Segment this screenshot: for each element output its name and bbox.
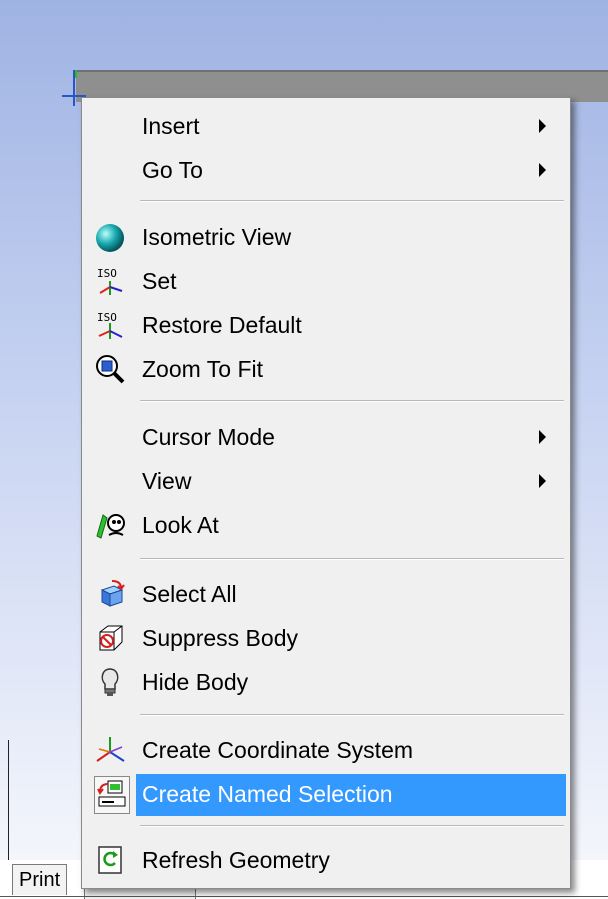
named-selection-icon [97, 780, 126, 807]
coordinate-system-icon [96, 737, 125, 762]
menu-item-create-named-selection[interactable]: Create Named Selection [82, 772, 570, 816]
menu-item-look-at[interactable]: Look At [82, 503, 570, 547]
menu-item-label: Select All [142, 581, 237, 607]
hide-body-icon [101, 668, 119, 696]
menu-item-view[interactable]: View [82, 459, 570, 503]
svg-text:ISO: ISO [97, 311, 117, 324]
iso-set-icon: ISO [97, 267, 123, 295]
menu-item-label: Refresh Geometry [142, 847, 330, 873]
menu-item-label: Create Coordinate System [142, 737, 414, 763]
menu-item-label: Restore Default [142, 312, 302, 338]
submenu-arrow-icon [539, 474, 546, 488]
menu-item-isometric-view[interactable]: Isometric View [82, 215, 570, 259]
panel-divider [8, 740, 9, 860]
zoom-fit-icon [96, 355, 125, 384]
menu-item-label: Go To [142, 157, 203, 183]
look-at-icon [96, 514, 125, 539]
isometric-sphere-icon [96, 224, 124, 252]
menu-item-cursor-mode[interactable]: Cursor Mode [82, 415, 570, 459]
menu-item-insert[interactable]: Insert [82, 104, 570, 148]
menu-item-select-all[interactable]: Select All [82, 572, 570, 616]
menu-item-refresh-geometry[interactable]: Refresh Geometry [82, 838, 570, 882]
menu-item-label: Hide Body [142, 669, 249, 695]
submenu-arrow-icon [539, 119, 546, 133]
menu-separator [140, 825, 564, 827]
context-menu: Insert Go To Isometric View ISO Set ISO … [81, 97, 571, 889]
menu-item-label: Insert [142, 113, 200, 139]
menu-separator [140, 400, 564, 402]
menu-separator [140, 714, 564, 716]
menu-item-go-to[interactable]: Go To [82, 148, 570, 192]
svg-text:ISO: ISO [97, 267, 117, 280]
menu-separator [140, 200, 564, 202]
menu-item-hide-body[interactable]: Hide Body [82, 660, 570, 704]
select-all-icon [100, 580, 125, 607]
menu-item-create-coordinate-system[interactable]: Create Coordinate System [82, 728, 570, 772]
tab-print-preview[interactable]: Print [12, 864, 68, 895]
menu-item-label: View [142, 468, 192, 494]
suppress-body-icon [99, 625, 123, 651]
submenu-arrow-icon [539, 163, 546, 177]
menu-item-label: Cursor Mode [142, 424, 275, 450]
refresh-geometry-icon [98, 846, 122, 874]
menu-item-label: Zoom To Fit [142, 356, 263, 382]
menu-item-restore-default[interactable]: ISO Restore Default [82, 303, 570, 347]
menu-item-suppress-body[interactable]: Suppress Body [82, 616, 570, 660]
tab-baseline [0, 896, 608, 897]
menu-item-label: Create Named Selection [142, 781, 393, 807]
menu-item-label: Isometric View [142, 224, 292, 250]
submenu-arrow-icon [539, 430, 546, 444]
tab-print-label: Print [19, 869, 61, 891]
menu-item-label: Suppress Body [142, 625, 298, 651]
menu-item-zoom-to-fit[interactable]: Zoom To Fit [82, 347, 570, 391]
menu-item-label: Look At [142, 512, 219, 538]
iso-restore-icon: ISO [97, 311, 123, 339]
menu-item-set[interactable]: ISO Set [82, 259, 570, 303]
menu-item-label: Set [142, 268, 177, 294]
menu-separator [140, 558, 564, 560]
